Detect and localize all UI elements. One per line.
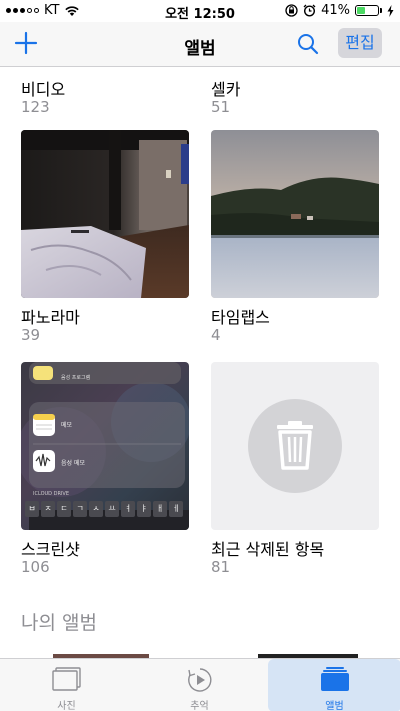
tab-label: 사진: [57, 701, 76, 711]
album-videos[interactable]: 비디오 123: [21, 70, 189, 116]
album-name: 파노라마: [21, 308, 80, 327]
keyboard-key: ㅕ: [121, 501, 135, 517]
keyboard-key: ㄱ: [73, 501, 87, 517]
album-timelapse[interactable]: 타임랩스 4: [211, 130, 379, 344]
nav-bar: 앨범 편집: [0, 22, 400, 67]
album-name: 타임랩스: [211, 308, 270, 327]
album-selfies[interactable]: 셀카 51: [211, 70, 379, 116]
album-name: 최근 삭제된 항목: [211, 540, 325, 559]
timelapse-photo: [211, 130, 379, 298]
panorama-photo: [21, 130, 189, 298]
photos-icon: [51, 667, 81, 691]
album-name: 스크린샷: [21, 540, 80, 559]
albums-icon: [320, 667, 349, 691]
status-right: 41%: [285, 3, 394, 18]
tab-label: 추억: [190, 701, 209, 711]
album-thumbnail[interactable]: [211, 362, 379, 530]
tab-photos[interactable]: 사진: [0, 659, 133, 711]
album-panoramas[interactable]: 파노라마 39: [21, 130, 189, 344]
keyboard-key: ㅑ: [137, 501, 151, 517]
tab-label: 앨범: [325, 701, 344, 711]
screenshot-memo-label: 메모: [61, 422, 73, 429]
album-recently-deleted[interactable]: 최근 삭제된 항목 81: [211, 362, 379, 576]
trash-icon: [248, 399, 342, 493]
album-thumbnail[interactable]: 음성 프로그램 메모 음성 메모 ICLOUD DRIVE ㅂ ㅈ ㄷ ㄱ ㅅ …: [21, 362, 189, 530]
alarm-icon: [303, 4, 316, 17]
album-count: 123: [21, 98, 50, 116]
keyboard-key: ㅂ: [25, 501, 39, 517]
album-count: 106: [21, 558, 50, 576]
album-screenshots[interactable]: 음성 프로그램 메모 음성 메모 ICLOUD DRIVE ㅂ ㅈ ㄷ ㄱ ㅅ …: [21, 362, 189, 576]
battery-percent: 41%: [321, 3, 350, 18]
search-button[interactable]: [296, 32, 320, 56]
album-count: 51: [211, 98, 231, 116]
albums-content: 비디오 123 셀카 51 파노라마 39 타임랩스 4 음성 프로그램 메모 …: [0, 68, 400, 658]
album-thumbnail[interactable]: [211, 130, 379, 298]
tab-memories[interactable]: 추억: [133, 659, 266, 711]
album-count: 39: [21, 326, 41, 344]
album-count: 4: [211, 326, 221, 344]
orientation-lock-icon: [285, 4, 298, 17]
album-name: 셀카: [211, 80, 241, 99]
plus-icon: [14, 31, 38, 55]
keyboard-key: ㅛ: [105, 501, 119, 517]
battery-icon: [355, 5, 382, 16]
tab-albums[interactable]: 앨범: [268, 659, 400, 711]
add-album-button[interactable]: [14, 31, 38, 55]
keyboard-key: ㅐ: [153, 501, 167, 517]
keyboard-key: ㅅ: [89, 501, 103, 517]
keyboard-key: ㅔ: [169, 501, 183, 517]
keyboard-key: ㅈ: [41, 501, 55, 517]
tab-bar: 사진 추억 앨범: [0, 658, 400, 711]
keyboard-key: ㄷ: [57, 501, 71, 517]
screenshot-voice-memo-label: 음성 메모: [61, 460, 85, 467]
memories-icon: [187, 668, 211, 692]
edit-button[interactable]: 편집: [338, 28, 382, 58]
album-thumbnail[interactable]: [21, 130, 189, 298]
my-albums-section-title: 나의 앨범: [21, 612, 97, 634]
status-bar: KT 오전 12:50 41%: [0, 0, 400, 22]
album-name: 비디오: [21, 80, 66, 99]
charging-icon: [387, 4, 394, 17]
screenshot-keyboard-row: ㅂ ㅈ ㄷ ㄱ ㅅ ㅛ ㅕ ㅑ ㅐ ㅔ: [25, 501, 183, 517]
screenshot-top-text: 음성 프로그램: [61, 375, 91, 381]
search-icon: [298, 34, 319, 55]
screenshot-icloud-label: ICLOUD DRIVE: [33, 491, 69, 497]
album-count: 81: [211, 558, 231, 576]
